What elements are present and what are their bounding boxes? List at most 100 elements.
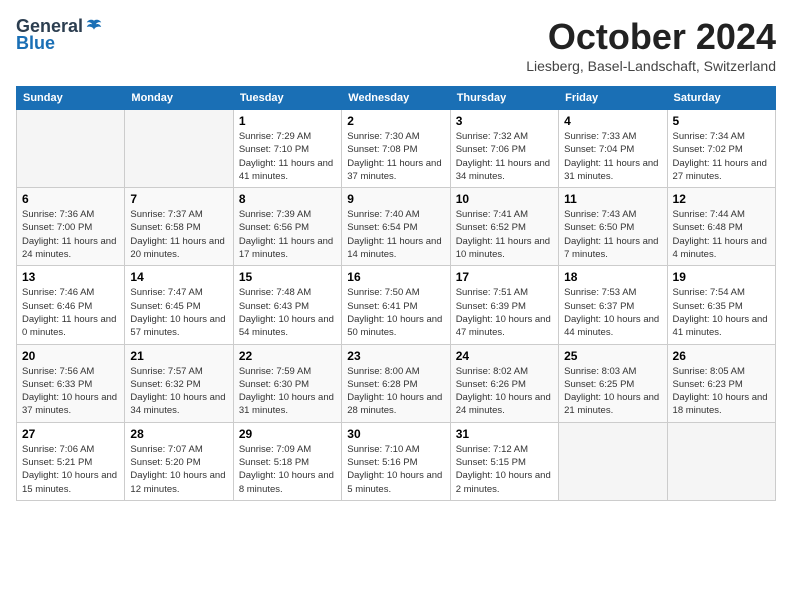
- day-info: Sunrise: 7:06 AMSunset: 5:21 PMDaylight:…: [22, 443, 119, 496]
- day-number: 8: [239, 192, 336, 206]
- day-number: 7: [130, 192, 227, 206]
- day-header-monday: Monday: [125, 87, 233, 110]
- calendar-cell: 13 Sunrise: 7:46 AMSunset: 6:46 PMDayligh…: [17, 266, 125, 344]
- day-info: Sunrise: 7:54 AMSunset: 6:35 PMDaylight:…: [673, 286, 770, 339]
- day-number: 9: [347, 192, 444, 206]
- calendar-cell: [17, 110, 125, 188]
- day-number: 5: [673, 114, 770, 128]
- day-info: Sunrise: 7:51 AMSunset: 6:39 PMDaylight:…: [456, 286, 553, 339]
- calendar-cell: 20 Sunrise: 7:56 AMSunset: 6:33 PMDayligh…: [17, 344, 125, 422]
- day-number: 22: [239, 349, 336, 363]
- day-number: 28: [130, 427, 227, 441]
- calendar-week-1: 1 Sunrise: 7:29 AMSunset: 7:10 PMDaylight…: [17, 110, 776, 188]
- day-number: 3: [456, 114, 553, 128]
- calendar-cell: 17 Sunrise: 7:51 AMSunset: 6:39 PMDayligh…: [450, 266, 558, 344]
- day-info: Sunrise: 7:50 AMSunset: 6:41 PMDaylight:…: [347, 286, 444, 339]
- day-info: Sunrise: 7:59 AMSunset: 6:30 PMDaylight:…: [239, 365, 336, 418]
- day-number: 25: [564, 349, 661, 363]
- month-title: October 2024: [526, 16, 776, 58]
- calendar-cell: 2 Sunrise: 7:30 AMSunset: 7:08 PMDaylight…: [342, 110, 450, 188]
- day-info: Sunrise: 7:37 AMSunset: 6:58 PMDaylight:…: [130, 208, 227, 261]
- day-info: Sunrise: 7:34 AMSunset: 7:02 PMDaylight:…: [673, 130, 770, 183]
- calendar-cell: 9 Sunrise: 7:40 AMSunset: 6:54 PMDaylight…: [342, 188, 450, 266]
- day-info: Sunrise: 7:41 AMSunset: 6:52 PMDaylight:…: [456, 208, 553, 261]
- logo-bird-icon: [85, 18, 103, 36]
- day-info: Sunrise: 7:46 AMSunset: 6:46 PMDaylight:…: [22, 286, 119, 339]
- calendar-cell: 12Sunrise: 7:44 AMSunset: 6:48 PMDayligh…: [667, 188, 775, 266]
- day-number: 6: [22, 192, 119, 206]
- day-number: 2: [347, 114, 444, 128]
- logo-blue-text: Blue: [16, 33, 55, 54]
- calendar-cell: 6 Sunrise: 7:36 AMSunset: 7:00 PMDaylight…: [17, 188, 125, 266]
- day-info: Sunrise: 7:07 AMSunset: 5:20 PMDaylight:…: [130, 443, 227, 496]
- day-number: 13: [22, 270, 119, 284]
- calendar-cell: 28 Sunrise: 7:07 AMSunset: 5:20 PMDayligh…: [125, 422, 233, 500]
- day-info: Sunrise: 7:36 AMSunset: 7:00 PMDaylight:…: [22, 208, 119, 261]
- calendar-cell: [125, 110, 233, 188]
- day-info: Sunrise: 8:00 AMSunset: 6:28 PMDaylight:…: [347, 365, 444, 418]
- day-number: 23: [347, 349, 444, 363]
- calendar-cell: 25Sunrise: 8:03 AMSunset: 6:25 PMDayligh…: [559, 344, 667, 422]
- calendar-cell: 16 Sunrise: 7:50 AMSunset: 6:41 PMDayligh…: [342, 266, 450, 344]
- day-number: 19: [673, 270, 770, 284]
- calendar-cell: 23 Sunrise: 8:00 AMSunset: 6:28 PMDayligh…: [342, 344, 450, 422]
- calendar-cell: 29 Sunrise: 7:09 AMSunset: 5:18 PMDayligh…: [233, 422, 341, 500]
- day-number: 4: [564, 114, 661, 128]
- day-number: 11: [564, 192, 661, 206]
- day-info: Sunrise: 7:29 AMSunset: 7:10 PMDaylight:…: [239, 130, 336, 183]
- day-number: 24: [456, 349, 553, 363]
- day-number: 27: [22, 427, 119, 441]
- calendar-cell: 11 Sunrise: 7:43 AMSunset: 6:50 PMDayligh…: [559, 188, 667, 266]
- day-header-wednesday: Wednesday: [342, 87, 450, 110]
- day-info: Sunrise: 7:43 AMSunset: 6:50 PMDaylight:…: [564, 208, 661, 261]
- day-number: 17: [456, 270, 553, 284]
- day-info: Sunrise: 7:30 AMSunset: 7:08 PMDaylight:…: [347, 130, 444, 183]
- calendar-week-5: 27 Sunrise: 7:06 AMSunset: 5:21 PMDayligh…: [17, 422, 776, 500]
- day-info: Sunrise: 7:48 AMSunset: 6:43 PMDaylight:…: [239, 286, 336, 339]
- day-number: 21: [130, 349, 227, 363]
- day-info: Sunrise: 7:56 AMSunset: 6:33 PMDaylight:…: [22, 365, 119, 418]
- day-number: 16: [347, 270, 444, 284]
- day-number: 31: [456, 427, 553, 441]
- day-number: 1: [239, 114, 336, 128]
- day-info: Sunrise: 7:33 AMSunset: 7:04 PMDaylight:…: [564, 130, 661, 183]
- day-info: Sunrise: 7:40 AMSunset: 6:54 PMDaylight:…: [347, 208, 444, 261]
- calendar-cell: 5 Sunrise: 7:34 AMSunset: 7:02 PMDaylight…: [667, 110, 775, 188]
- day-header-sunday: Sunday: [17, 87, 125, 110]
- day-header-friday: Friday: [559, 87, 667, 110]
- day-info: Sunrise: 7:53 AMSunset: 6:37 PMDaylight:…: [564, 286, 661, 339]
- calendar-cell: 3 Sunrise: 7:32 AMSunset: 7:06 PMDaylight…: [450, 110, 558, 188]
- day-number: 30: [347, 427, 444, 441]
- calendar-cell: 24 Sunrise: 8:02 AMSunset: 6:26 PMDayligh…: [450, 344, 558, 422]
- day-info: Sunrise: 7:10 AMSunset: 5:16 PMDaylight:…: [347, 443, 444, 496]
- day-info: Sunrise: 8:02 AMSunset: 6:26 PMDaylight:…: [456, 365, 553, 418]
- calendar-cell: 15 Sunrise: 7:48 AMSunset: 6:43 PMDayligh…: [233, 266, 341, 344]
- day-number: 20: [22, 349, 119, 363]
- title-area: October 2024 Liesberg, Basel-Landschaft,…: [526, 16, 776, 74]
- calendar-cell: 8Sunrise: 7:39 AMSunset: 6:56 PMDaylight…: [233, 188, 341, 266]
- day-header-saturday: Saturday: [667, 87, 775, 110]
- day-info: Sunrise: 8:05 AMSunset: 6:23 PMDaylight:…: [673, 365, 770, 418]
- calendar-body: 1 Sunrise: 7:29 AMSunset: 7:10 PMDaylight…: [17, 110, 776, 501]
- calendar-week-4: 20 Sunrise: 7:56 AMSunset: 6:33 PMDayligh…: [17, 344, 776, 422]
- day-number: 15: [239, 270, 336, 284]
- calendar-cell: 1 Sunrise: 7:29 AMSunset: 7:10 PMDaylight…: [233, 110, 341, 188]
- day-number: 14: [130, 270, 227, 284]
- calendar-cell: 27 Sunrise: 7:06 AMSunset: 5:21 PMDayligh…: [17, 422, 125, 500]
- day-info: Sunrise: 7:32 AMSunset: 7:06 PMDaylight:…: [456, 130, 553, 183]
- day-number: 10: [456, 192, 553, 206]
- calendar-table: SundayMondayTuesdayWednesdayThursdayFrid…: [16, 86, 776, 501]
- calendar-cell: 21 Sunrise: 7:57 AMSunset: 6:32 PMDayligh…: [125, 344, 233, 422]
- day-header-thursday: Thursday: [450, 87, 558, 110]
- calendar-cell: 18Sunrise: 7:53 AMSunset: 6:37 PMDayligh…: [559, 266, 667, 344]
- calendar-cell: 31Sunrise: 7:12 AMSunset: 5:15 PMDayligh…: [450, 422, 558, 500]
- logo: General Blue: [16, 16, 103, 54]
- calendar-cell: 4 Sunrise: 7:33 AMSunset: 7:04 PMDaylight…: [559, 110, 667, 188]
- calendar-cell: 22 Sunrise: 7:59 AMSunset: 6:30 PMDayligh…: [233, 344, 341, 422]
- calendar-cell: 30 Sunrise: 7:10 AMSunset: 5:16 PMDayligh…: [342, 422, 450, 500]
- day-info: Sunrise: 7:09 AMSunset: 5:18 PMDaylight:…: [239, 443, 336, 496]
- day-number: 29: [239, 427, 336, 441]
- day-info: Sunrise: 7:57 AMSunset: 6:32 PMDaylight:…: [130, 365, 227, 418]
- calendar-week-2: 6 Sunrise: 7:36 AMSunset: 7:00 PMDaylight…: [17, 188, 776, 266]
- calendar-cell: 26Sunrise: 8:05 AMSunset: 6:23 PMDayligh…: [667, 344, 775, 422]
